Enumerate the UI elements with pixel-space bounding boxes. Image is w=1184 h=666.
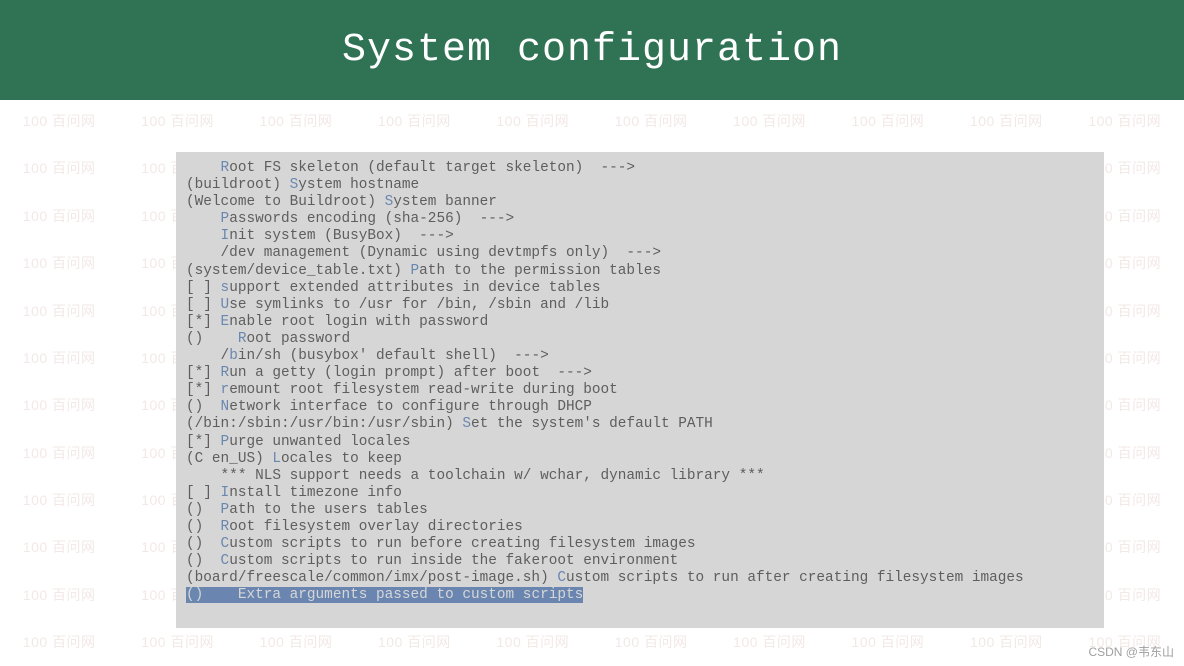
menu-item[interactable]: [ ] support extended attributes in devic…: [186, 280, 1094, 297]
menu-item[interactable]: [*] Enable root login with password: [186, 314, 1094, 331]
menu-item[interactable]: (system/device_table.txt) Path to the pe…: [186, 263, 1094, 280]
menu-item[interactable]: () Network interface to configure throug…: [186, 399, 1094, 416]
menu-item[interactable]: Passwords encoding (sha-256) --->: [186, 211, 1094, 228]
menu-item[interactable]: [*] Run a getty (login prompt) after boo…: [186, 365, 1094, 382]
menu-item[interactable]: () Custom scripts to run inside the fake…: [186, 553, 1094, 570]
slide-title: System configuration: [342, 28, 842, 73]
menu-item[interactable]: (board/freescale/common/imx/post-image.s…: [186, 570, 1094, 587]
menu-item[interactable]: (/bin:/sbin:/usr/bin:/usr/sbin) Set the …: [186, 416, 1094, 433]
menu-item[interactable]: () Custom scripts to run before creating…: [186, 536, 1094, 553]
menu-item[interactable]: /dev management (Dynamic using devtmpfs …: [186, 245, 1094, 262]
menu-item[interactable]: [*] remount root filesystem read-write d…: [186, 382, 1094, 399]
menu-item[interactable]: [ ] Use symlinks to /usr for /bin, /sbin…: [186, 297, 1094, 314]
menu-item[interactable]: *** NLS support needs a toolchain w/ wch…: [186, 468, 1094, 485]
menu-item[interactable]: () Root password: [186, 331, 1094, 348]
menu-item[interactable]: (Welcome to Buildroot) System banner: [186, 194, 1094, 211]
menu-item[interactable]: () Root filesystem overlay directories: [186, 519, 1094, 536]
menu-item[interactable]: (buildroot) System hostname: [186, 177, 1094, 194]
slide-header: System configuration: [0, 0, 1184, 100]
menu-item[interactable]: /bin/sh (busybox' default shell) --->: [186, 348, 1094, 365]
menu-item[interactable]: Init system (BusyBox) --->: [186, 228, 1094, 245]
menu-item[interactable]: [ ] Install timezone info: [186, 485, 1094, 502]
menu-item-selected[interactable]: () Extra arguments passed to custom scri…: [186, 587, 1094, 604]
menu-item[interactable]: (C en_US) Locales to keep: [186, 451, 1094, 468]
menu-item[interactable]: [*] Purge unwanted locales: [186, 434, 1094, 451]
menuconfig-terminal[interactable]: Root FS skeleton (default target skeleto…: [176, 152, 1104, 628]
attribution-text: CSDN @韦东山: [1088, 643, 1174, 660]
menu-item[interactable]: Root FS skeleton (default target skeleto…: [186, 160, 1094, 177]
menu-item[interactable]: () Path to the users tables: [186, 502, 1094, 519]
